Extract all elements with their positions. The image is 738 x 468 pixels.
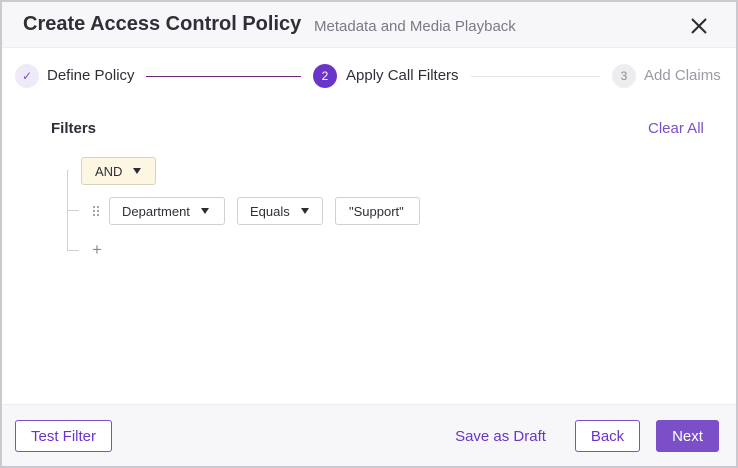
logic-operator-label: AND bbox=[95, 163, 123, 179]
step-connector-1 bbox=[146, 76, 301, 77]
field-select-value: Department bbox=[122, 203, 190, 219]
step-connector-2 bbox=[471, 76, 600, 77]
back-button[interactable]: Back bbox=[575, 420, 640, 452]
next-button[interactable]: Next bbox=[656, 420, 719, 452]
close-icon bbox=[691, 18, 707, 34]
stepper: ✓ Define Policy 2 Apply Call Filters 3 A… bbox=[2, 48, 736, 104]
caret-down-icon bbox=[300, 208, 309, 214]
close-button[interactable] bbox=[688, 15, 710, 37]
step-3-label[interactable]: Add Claims bbox=[644, 67, 721, 84]
step-2-indicator[interactable]: 2 bbox=[313, 64, 337, 88]
field-select[interactable]: Department bbox=[109, 197, 225, 225]
filter-tree-branch bbox=[67, 250, 79, 251]
check-icon: ✓ bbox=[21, 69, 33, 83]
step-1-label[interactable]: Define Policy bbox=[47, 67, 135, 84]
page-subtitle: Metadata and Media Playback bbox=[314, 18, 516, 35]
filters-heading: Filters bbox=[51, 120, 97, 137]
value-input[interactable]: "Support" bbox=[335, 197, 420, 225]
operator-select[interactable]: Equals bbox=[237, 197, 323, 225]
logic-operator-dropdown[interactable]: AND bbox=[81, 157, 156, 185]
dialog-footer: Test Filter Save as Draft Back Next bbox=[2, 404, 736, 466]
clear-all-link[interactable]: Clear All bbox=[648, 120, 704, 137]
caret-down-icon bbox=[200, 208, 209, 214]
operator-select-value: Equals bbox=[250, 203, 290, 219]
value-input-text: "Support" bbox=[349, 203, 404, 219]
save-as-draft-button[interactable]: Save as Draft bbox=[448, 420, 553, 452]
drag-handle-icon[interactable] bbox=[92, 204, 100, 217]
test-filter-button[interactable]: Test Filter bbox=[15, 420, 112, 452]
step-3-indicator[interactable]: 3 bbox=[612, 64, 636, 88]
caret-down-icon bbox=[133, 168, 142, 174]
step-2-label[interactable]: Apply Call Filters bbox=[346, 67, 459, 84]
add-condition-icon[interactable]: + bbox=[90, 241, 104, 258]
dialog-header: Create Access Control Policy Metadata an… bbox=[2, 2, 736, 48]
step-2-number: 2 bbox=[321, 69, 329, 83]
access-control-policy-dialog: Create Access Control Policy Metadata an… bbox=[0, 0, 738, 468]
step-1-indicator[interactable]: ✓ bbox=[15, 64, 39, 88]
page-title: Create Access Control Policy bbox=[23, 13, 302, 35]
filter-tree-branch bbox=[67, 210, 79, 211]
step-3-number: 3 bbox=[620, 69, 628, 83]
